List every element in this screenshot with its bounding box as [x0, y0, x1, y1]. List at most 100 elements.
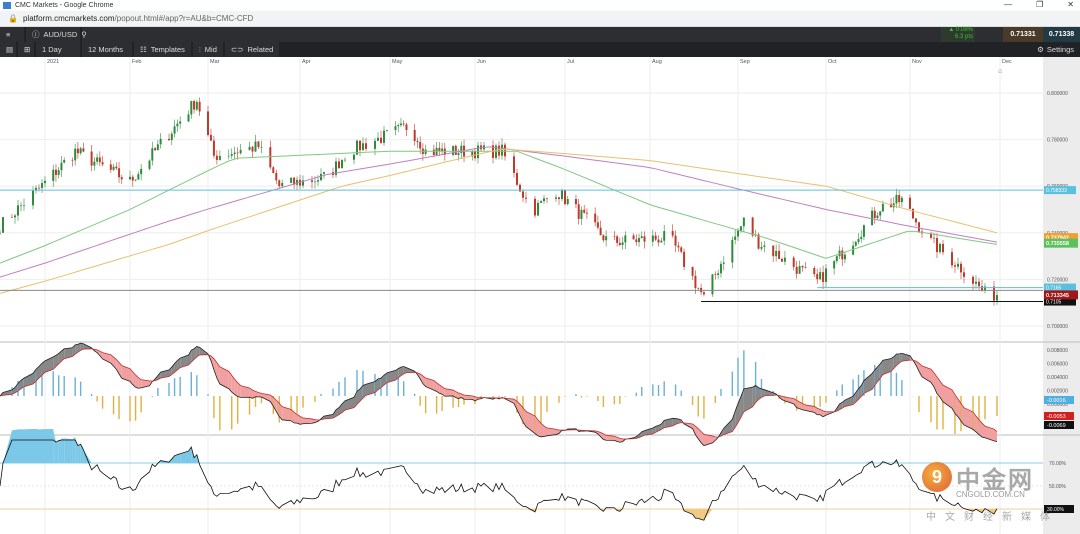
candle-body — [804, 267, 807, 269]
candle-body — [76, 148, 79, 154]
candle-body — [739, 226, 742, 231]
candle-body — [719, 263, 722, 274]
window-title: CMC Markets - Google Chrome — [15, 2, 114, 9]
candle-body — [314, 181, 316, 183]
candle-body — [20, 205, 22, 206]
candle-body — [605, 236, 608, 241]
candle-body — [722, 262, 725, 264]
candle-body — [251, 146, 254, 152]
candle-body — [574, 199, 577, 205]
settings-label: Settings — [1046, 45, 1074, 54]
macd-histogram-bar — [248, 396, 251, 415]
candle-body — [341, 159, 343, 169]
candle-body — [854, 242, 857, 246]
candle-body — [207, 111, 209, 135]
macd-histogram-bar — [657, 384, 660, 396]
candle-body — [257, 141, 260, 148]
candle-body — [546, 198, 548, 199]
macd-histogram-bar — [397, 377, 399, 396]
candle-body — [120, 177, 123, 180]
candle-body — [654, 235, 657, 240]
interval-select[interactable]: 1 Day — [36, 42, 82, 57]
minimize-button[interactable]: — — [1004, 0, 1012, 9]
candle-body — [981, 286, 983, 291]
settings-button[interactable]: ⚙ Settings — [1037, 42, 1074, 57]
price-type-button[interactable]: ⫶ Mid — [192, 42, 225, 57]
macd-histogram-bar — [452, 396, 454, 408]
candle-body — [32, 190, 34, 206]
candle-body — [248, 146, 251, 150]
related-button[interactable]: ⊂⊃ Related — [224, 42, 282, 57]
candle-body — [711, 274, 714, 295]
candle-body — [691, 266, 694, 276]
templates-button[interactable]: ☷ Templates — [134, 42, 193, 57]
macd-histogram-bar — [151, 396, 153, 398]
candle-body — [566, 199, 569, 205]
price-tick-label: 0.800000 — [1047, 91, 1068, 97]
macd-histogram-bar — [140, 396, 142, 413]
macd-histogram-bar — [558, 396, 560, 403]
price-tick-label: 0.780000 — [1047, 138, 1068, 144]
candle-body — [377, 137, 379, 141]
candle-body — [457, 152, 460, 155]
macd-histogram-bar — [320, 394, 322, 396]
macd-histogram-bar — [168, 382, 170, 396]
candle-body — [763, 245, 766, 247]
candle-body — [951, 252, 953, 266]
candle-body — [635, 239, 638, 243]
macd-histogram-bar — [936, 396, 938, 430]
candle-body — [683, 251, 686, 267]
macd-histogram-bar — [413, 393, 416, 396]
sell-price-button[interactable]: 0.71331 — [1003, 27, 1043, 42]
candle-body — [60, 162, 63, 171]
candle-body — [374, 140, 376, 149]
layout-button[interactable]: ▤ — [0, 42, 18, 57]
candle-body — [38, 187, 40, 189]
range-select[interactable]: 12 Months — [82, 42, 134, 57]
candle-body — [936, 238, 938, 253]
macd-histogram-bar — [314, 396, 316, 402]
search-icon: ⚲ — [81, 30, 87, 39]
menu-button[interactable]: ≡ — [0, 27, 26, 42]
candle-body — [677, 245, 680, 248]
address-bar[interactable]: 🔒 platform.cmcmarkets.com/popout.html#/a… — [0, 11, 1080, 27]
change-points: 6.3 pts — [954, 34, 973, 40]
month-label: Dec — [1002, 59, 1012, 65]
grid-button[interactable]: ⊞ — [18, 42, 36, 57]
candle-body — [881, 203, 884, 212]
info-icon: ⓘ — [32, 30, 40, 39]
candle-body — [781, 258, 783, 262]
candle-body — [11, 217, 13, 218]
candle-body — [594, 213, 597, 223]
maximize-button[interactable]: ❐ — [1036, 0, 1043, 9]
macd-histogram-bar — [332, 388, 334, 396]
macd-histogram-bar — [74, 377, 76, 396]
candle-body — [900, 197, 903, 203]
price-tag-label: 0.735558 — [1046, 241, 1069, 247]
candle-body — [14, 215, 16, 218]
rsi-zone-fill — [61, 438, 65, 463]
rsi-zone-fill — [36, 428, 39, 463]
candle-body — [193, 101, 196, 110]
candle-body — [783, 257, 786, 262]
candle-body — [843, 254, 846, 260]
candle-body — [54, 169, 57, 175]
buy-price-button[interactable]: 0.71338 — [1043, 27, 1080, 42]
candle-body — [504, 144, 506, 157]
candle-body — [41, 183, 43, 188]
macd-histogram-bar — [504, 396, 506, 398]
candle-body — [876, 215, 879, 218]
candle-body — [561, 190, 563, 199]
gear-icon: ⚙ — [1037, 45, 1044, 54]
candle-body — [190, 101, 193, 115]
candle-body — [555, 197, 557, 199]
rsi-zone-fill — [701, 509, 704, 521]
macd-histogram-bar — [302, 396, 304, 408]
close-button[interactable]: ✕ — [1067, 0, 1074, 9]
macd-histogram-bar — [613, 396, 616, 405]
macd-histogram-bar — [173, 378, 176, 396]
macd-histogram-bar — [101, 396, 104, 409]
related-label: Related — [247, 45, 274, 54]
rsi-zone-fill — [24, 429, 33, 463]
instrument-search[interactable]: ⓘ AUD/USD ⚲ — [26, 27, 87, 42]
